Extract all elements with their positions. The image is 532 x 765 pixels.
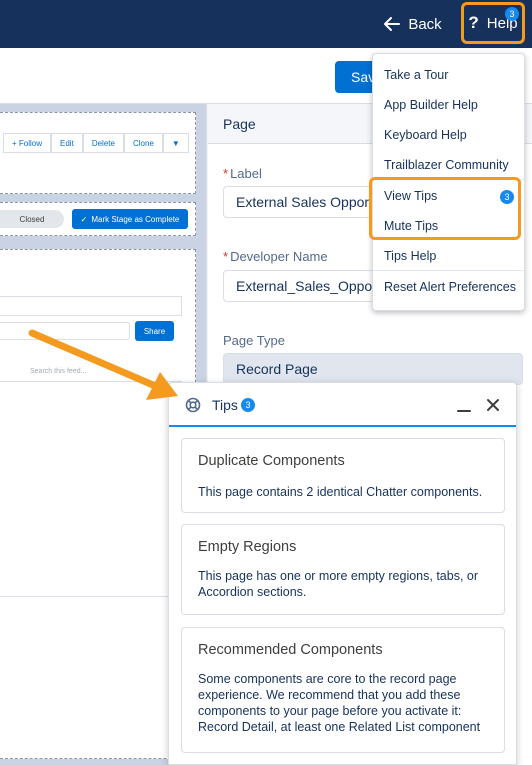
- mark-stage-label: Mark Stage as Complete: [91, 214, 180, 224]
- clone-button[interactable]: Clone: [123, 133, 163, 153]
- edit-button[interactable]: Edit: [51, 133, 83, 153]
- tip-title: Duplicate Components: [198, 453, 345, 469]
- delete-button[interactable]: Delete: [82, 133, 124, 153]
- chevron-down-icon[interactable]: ▼: [162, 133, 189, 153]
- page-type-field-label: Page Type: [223, 333, 285, 348]
- back-label: Back: [408, 15, 442, 33]
- tips-count-badge: 3: [241, 398, 255, 412]
- tips-options-highlight: [369, 177, 521, 240]
- lifebuoy-icon: [185, 397, 201, 413]
- back-button[interactable]: Back: [372, 0, 454, 48]
- mark-stage-complete-button[interactable]: ✓ Mark Stage as Complete: [72, 209, 188, 229]
- menu-item-trailblazer-community[interactable]: Trailblazer Community: [384, 158, 509, 172]
- help-badge: 3: [505, 7, 519, 21]
- minimize-icon[interactable]: [457, 396, 471, 414]
- help-button[interactable]: ? Help 3: [461, 2, 525, 44]
- tips-title: Tips: [212, 397, 238, 413]
- menu-item-take-a-tour[interactable]: Take a Tour: [384, 68, 448, 82]
- menu-item-keyboard-help[interactable]: Keyboard Help: [384, 128, 467, 142]
- tip-title: Empty Regions: [198, 539, 297, 555]
- tip-card-recommended-components: Recommended Components Some components a…: [181, 627, 505, 753]
- menu-divider: [373, 270, 524, 271]
- tip-body: Some components are core to the record p…: [198, 672, 481, 734]
- path-component[interactable]: Closed ✓ Mark Stage as Complete: [0, 202, 196, 236]
- tip-card-empty-regions: Empty Regions This page has one or more …: [181, 524, 505, 615]
- top-nav-bar: Back ? Help 3: [0, 0, 532, 48]
- share-button[interactable]: Share: [135, 321, 174, 341]
- chatter-feed-component[interactable]: Share Search this feed...: [0, 249, 196, 759]
- label-field-label: * Label: [223, 166, 262, 181]
- path-stage-closed: Closed: [0, 210, 64, 228]
- menu-item-tips-help[interactable]: Tips Help: [384, 249, 436, 263]
- developer-name-field-label: * Developer Name: [223, 249, 328, 264]
- tip-card-duplicate-components: Duplicate Components This page contains …: [181, 438, 505, 513]
- feed-publisher-tab: [0, 296, 182, 316]
- tip-body: This page has one or more empty regions,…: [198, 569, 479, 599]
- tips-panel: Tips 3 Duplicate Components This page co…: [168, 382, 517, 765]
- header-actions: + Follow Edit Delete Clone ▼: [3, 133, 189, 153]
- menu-item-app-builder-help[interactable]: App Builder Help: [384, 98, 478, 112]
- feed-divider: [0, 596, 182, 597]
- page-type-value: Record Page: [223, 353, 523, 385]
- follow-button[interactable]: + Follow: [3, 133, 52, 153]
- question-mark-icon: ?: [468, 13, 479, 32]
- tip-body: This page contains 2 identical Chatter c…: [198, 485, 483, 499]
- check-icon: ✓: [80, 214, 88, 224]
- feed-post-input[interactable]: [0, 322, 130, 340]
- tips-panel-header: Tips 3: [169, 383, 516, 427]
- feed-search[interactable]: Search this feed...: [0, 368, 182, 382]
- tip-title: Recommended Components: [198, 642, 383, 658]
- arrow-left-icon: [384, 17, 401, 31]
- close-icon[interactable]: [485, 396, 501, 414]
- menu-item-reset-alert-preferences[interactable]: Reset Alert Preferences: [384, 280, 516, 294]
- record-header-component[interactable]: + Follow Edit Delete Clone ▼: [0, 112, 196, 194]
